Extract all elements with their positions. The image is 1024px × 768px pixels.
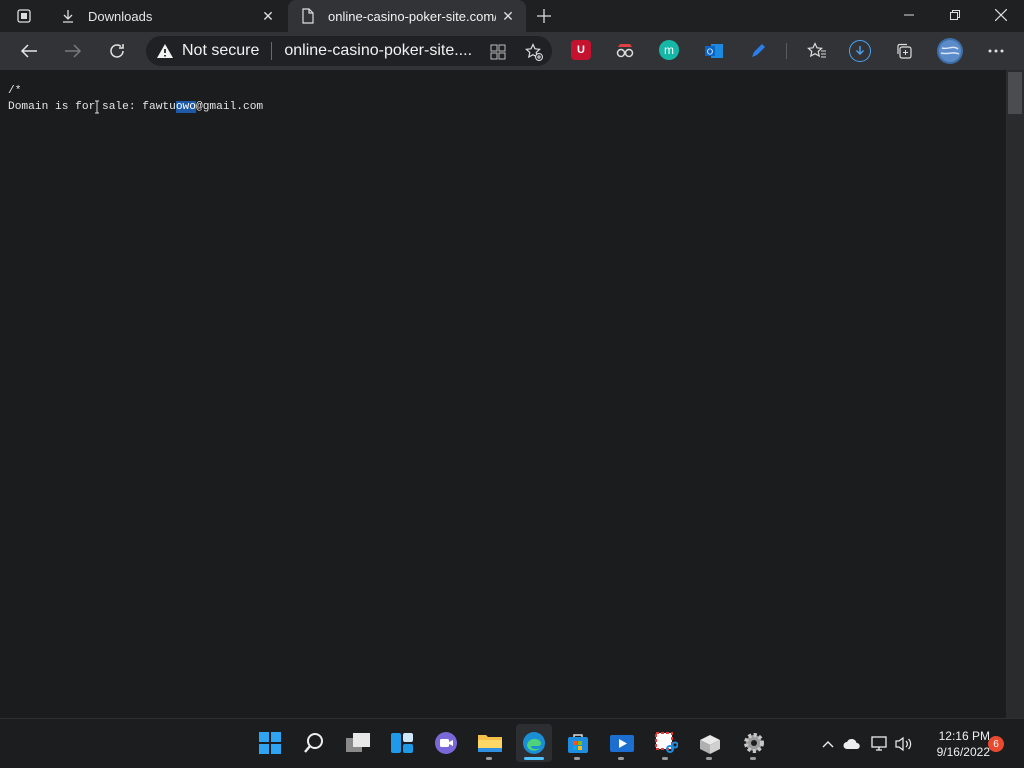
close-icon — [995, 9, 1007, 21]
more-menu-button[interactable] — [985, 40, 1007, 62]
outlook-extension-icon[interactable]: O — [703, 40, 725, 62]
back-button[interactable] — [14, 36, 44, 66]
download-icon — [60, 8, 76, 24]
file-explorer-icon — [478, 735, 502, 752]
snipping-tool-icon — [655, 732, 678, 753]
refresh-icon — [110, 44, 124, 58]
svg-text:O: O — [707, 48, 713, 57]
url-text[interactable]: online-casino-poker-site.... — [284, 42, 480, 60]
email-domain-text: @gmail.com — [196, 101, 264, 113]
start-icon — [259, 732, 281, 754]
incognito-extension-icon[interactable] — [614, 40, 636, 62]
warning-icon[interactable] — [156, 42, 174, 60]
media-player-button[interactable] — [604, 724, 640, 762]
teams-chat-button[interactable] — [428, 724, 464, 762]
app-available-icon[interactable] — [488, 42, 508, 62]
app-package-button[interactable] — [692, 724, 728, 762]
search-button[interactable] — [296, 724, 332, 762]
task-view-button[interactable] — [340, 724, 376, 762]
restore-icon — [950, 10, 960, 20]
minimize-icon — [904, 14, 914, 16]
settings-button[interactable] — [736, 724, 772, 762]
toolbar-divider — [786, 43, 787, 59]
tab-casino-site[interactable]: online-casino-poker-site.com/c/f ✕ — [288, 0, 526, 32]
settings-icon — [744, 733, 764, 753]
page-icon — [300, 8, 316, 24]
text-cursor-icon — [94, 100, 99, 114]
ellipsis-icon — [988, 49, 1004, 53]
running-indicator — [662, 757, 668, 760]
teams-chat-icon — [435, 732, 457, 754]
back-arrow-icon — [20, 44, 37, 58]
snipping-tool-button[interactable] — [648, 724, 684, 762]
favorites-icon[interactable] — [806, 40, 828, 62]
refresh-button[interactable] — [102, 36, 132, 66]
tab-title: online-casino-poker-site.com/c/f — [328, 8, 496, 24]
file-explorer-button[interactable] — [472, 724, 508, 762]
restore-button[interactable] — [932, 0, 978, 30]
minimize-button[interactable] — [886, 0, 932, 30]
selected-text: owo — [175, 101, 196, 113]
collections-icon[interactable] — [893, 40, 915, 62]
running-indicator — [524, 757, 544, 760]
downloads-button[interactable] — [849, 40, 871, 62]
ublock-extension-icon[interactable]: U — [571, 40, 591, 60]
widgets-icon — [391, 733, 413, 753]
domain-sale-text: Domain is for sale: fawtu — [8, 101, 176, 113]
app-package-icon — [700, 735, 720, 754]
edge-icon — [523, 732, 545, 754]
chevron-up-icon — [822, 741, 834, 748]
close-icon[interactable]: ✕ — [256, 4, 280, 28]
tab-actions-button[interactable] — [6, 5, 42, 27]
close-icon[interactable]: ✕ — [496, 4, 520, 28]
clock-time: 12:16 PM — [938, 729, 990, 743]
running-indicator — [618, 757, 624, 760]
vertical-scrollbar[interactable] — [1006, 70, 1024, 718]
media-player-icon — [610, 735, 634, 752]
profile-avatar[interactable] — [937, 38, 963, 64]
comment-open-line: /* — [8, 85, 22, 97]
running-indicator — [574, 757, 580, 760]
edge-button[interactable] — [516, 724, 552, 762]
security-label[interactable]: Not secure — [182, 42, 259, 60]
running-indicator — [750, 757, 756, 760]
m-extension-icon[interactable]: m — [659, 40, 679, 60]
onedrive-icon[interactable] — [842, 734, 862, 754]
page-content: /* Domain is for sale: fawtuowo@gmail.co… — [0, 70, 1006, 718]
plus-icon — [537, 9, 551, 23]
volume-icon[interactable] — [894, 734, 914, 754]
system-clock[interactable]: 12:16 PM 9/16/2022 — [920, 728, 990, 760]
domain-sale-line: Domain is for sale: fawtuowo@gmail.com — [8, 100, 263, 114]
store-button[interactable] — [560, 724, 596, 762]
add-favorite-icon[interactable] — [524, 42, 544, 62]
network-icon[interactable] — [870, 734, 890, 754]
store-icon — [568, 734, 588, 753]
running-indicator — [706, 757, 712, 760]
new-tab-button[interactable] — [532, 4, 556, 28]
forward-button[interactable] — [58, 36, 88, 66]
pen-extension-icon[interactable] — [747, 40, 769, 62]
tab-title: Downloads — [88, 8, 153, 24]
globe-avatar-icon — [939, 40, 961, 62]
tab-actions-icon — [17, 9, 31, 23]
scrollbar-thumb[interactable] — [1008, 72, 1022, 114]
start-button[interactable] — [252, 724, 288, 762]
widgets-button[interactable] — [384, 724, 420, 762]
search-icon — [304, 733, 323, 753]
tab-strip: Downloads ✕ online-casino-poker-site.com… — [0, 0, 1024, 32]
forward-arrow-icon — [65, 44, 82, 58]
notification-badge[interactable]: 6 — [988, 736, 1004, 752]
address-divider — [271, 42, 273, 60]
close-window-button[interactable] — [978, 0, 1024, 30]
tab-downloads[interactable]: Downloads ✕ — [48, 0, 286, 32]
download-icon — [856, 46, 864, 55]
clock-date: 9/16/2022 — [936, 745, 990, 759]
show-hidden-icons-button[interactable] — [818, 734, 838, 754]
task-view-icon — [346, 733, 370, 752]
running-indicator — [486, 757, 492, 760]
